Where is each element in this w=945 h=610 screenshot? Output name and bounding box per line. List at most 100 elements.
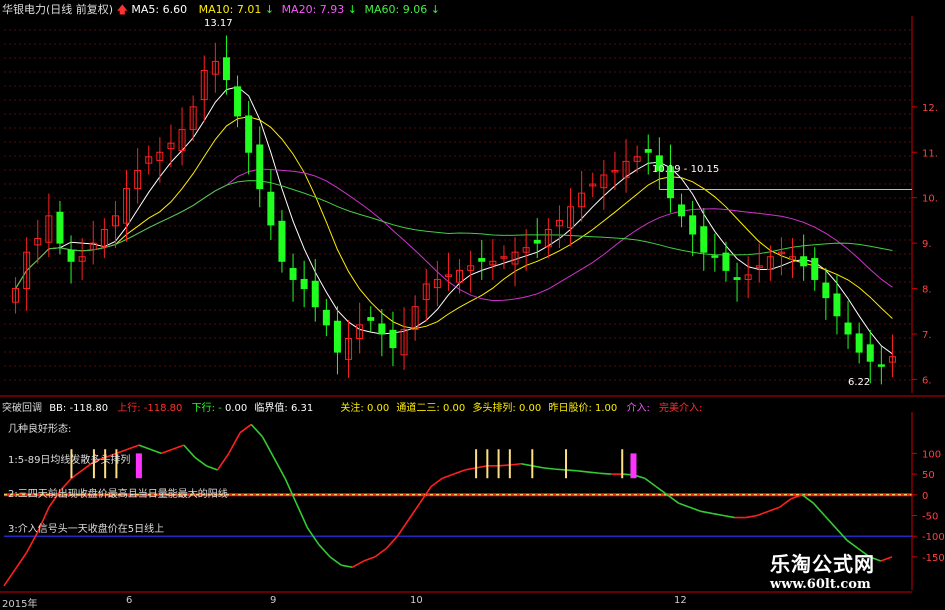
x-axis-label-0: 2015年 <box>2 599 38 610</box>
osc-segment <box>498 464 510 467</box>
candle-body <box>333 320 341 353</box>
osc-segment <box>577 469 589 473</box>
ma60-line <box>15 180 893 289</box>
osc-segment <box>700 510 713 515</box>
osc-segment <box>374 547 387 558</box>
osc-segment <box>273 457 286 479</box>
down-value: 下行: - <box>191 403 222 414</box>
x-axis-label-1: 6 <box>126 595 133 606</box>
prev-price-value: 昨日股价: 1.00 <box>548 403 618 414</box>
candle-body <box>56 211 64 244</box>
x-axis-label-2: 9 <box>270 595 277 606</box>
osc-segment <box>216 452 230 471</box>
osc-segment <box>768 506 780 513</box>
x-axis-label-3: 10 <box>410 595 423 606</box>
candle-body <box>256 144 264 190</box>
osc-segment <box>723 514 735 519</box>
osc-segment <box>396 519 410 537</box>
osc-segment <box>453 469 466 475</box>
indicator-header: 突破回调 BB: -118.80 上行: -118.80 下行: - 0.00 … <box>2 399 702 414</box>
osc-segment <box>565 469 578 472</box>
candle-body <box>855 333 863 353</box>
osc-segment <box>712 512 724 517</box>
candle-body <box>245 115 253 153</box>
osc-segment <box>172 444 185 451</box>
price-tick-label: 8. <box>922 285 932 296</box>
osc-segment <box>3 568 16 587</box>
perfect-label: 完美介入: <box>659 403 703 414</box>
ma60-value: MA60: 9.06 <box>364 3 428 16</box>
candle-body <box>800 256 808 267</box>
osc-segment <box>745 514 758 519</box>
osc-segment <box>543 467 555 470</box>
down-arrow-icon: ↓ <box>347 3 357 16</box>
intervene-label: 介入: <box>626 403 650 414</box>
attention-value: 关注: 0.00 <box>340 403 390 414</box>
osc-segment <box>599 472 612 475</box>
high-annotation: 13.17 <box>204 18 233 29</box>
osc-segment <box>25 531 39 554</box>
osc-tick-label: 0 <box>922 491 928 502</box>
signal-bar-magenta <box>135 453 142 479</box>
osc-segment <box>352 560 365 568</box>
osc-segment <box>127 444 140 451</box>
indicator-label-1: 1:5-89日均线发散多头排列 <box>8 455 131 466</box>
indicator-name: 突破回调 <box>2 403 42 414</box>
ma10-value: MA10: 7.01 <box>198 3 262 16</box>
kline-chart-canvas: 100500-50-100-150 6.7.8.9.10.11.12. <box>0 16 945 593</box>
osc-tick-label: -100 <box>922 532 945 543</box>
osc-segment <box>206 465 218 471</box>
osc-segment <box>689 506 702 513</box>
candle-body <box>722 252 730 271</box>
ma10-line <box>15 116 893 330</box>
osc-segment <box>385 535 399 550</box>
osc-segment <box>509 462 522 466</box>
candle-body <box>389 329 397 349</box>
down-arrow-icon: ↓ <box>264 3 275 16</box>
indicator-label-3: 3:介入信号头一天收盘价在5日线上 <box>8 524 165 535</box>
osc-segment <box>835 527 848 541</box>
candle-body <box>300 278 308 290</box>
candle-body <box>278 220 286 262</box>
osc-segment <box>464 467 477 471</box>
osc-segment <box>70 469 84 479</box>
price-tick-label: 11. <box>922 148 938 159</box>
osc-segment <box>228 432 241 454</box>
candle-body <box>866 344 874 362</box>
ma20-value: MA20: 7.93 <box>281 3 345 16</box>
price-tick-label: 6. <box>922 375 932 386</box>
low-annotation: 6.22 <box>848 377 871 388</box>
osc-segment <box>779 498 792 508</box>
range-annotation: 10.19 - 10.15 <box>652 164 720 175</box>
up-value: 上行: -118.80 <box>117 403 183 414</box>
candle-body <box>378 323 386 335</box>
indicator-label-0: 几种良好形态: <box>8 424 72 435</box>
price-tick-label: 9. <box>922 239 932 250</box>
candle-body <box>367 317 375 321</box>
signal-bar-magenta <box>630 453 637 479</box>
osc-segment <box>329 556 342 566</box>
candle-body <box>689 215 697 235</box>
watermark-url: www.60lt.com <box>770 577 871 592</box>
osc-segment <box>407 502 421 521</box>
candle-body <box>833 293 841 317</box>
osc-segment <box>812 502 826 517</box>
osc-segment <box>363 556 376 562</box>
osc-segment <box>475 465 488 469</box>
candle-body <box>267 191 275 226</box>
candle-body <box>822 282 830 299</box>
price-tick-label: 7. <box>922 330 932 341</box>
ma5-line <box>15 86 893 355</box>
osc-segment <box>823 514 837 529</box>
osc-segment <box>442 473 454 479</box>
osc-segment <box>430 477 443 488</box>
osc-segment <box>183 444 196 459</box>
down-arrow-icon: ↓ <box>430 3 440 16</box>
bull-value: 多头排列: 0.00 <box>472 403 542 414</box>
ma20-line <box>15 168 893 302</box>
osc-segment <box>678 502 690 508</box>
watermark: 乐淘公式网 www.60lt.com <box>770 548 930 603</box>
candlesticks <box>12 35 896 385</box>
osc-segment <box>554 468 567 471</box>
critical-value: 临界值: 6.31 <box>254 403 314 414</box>
